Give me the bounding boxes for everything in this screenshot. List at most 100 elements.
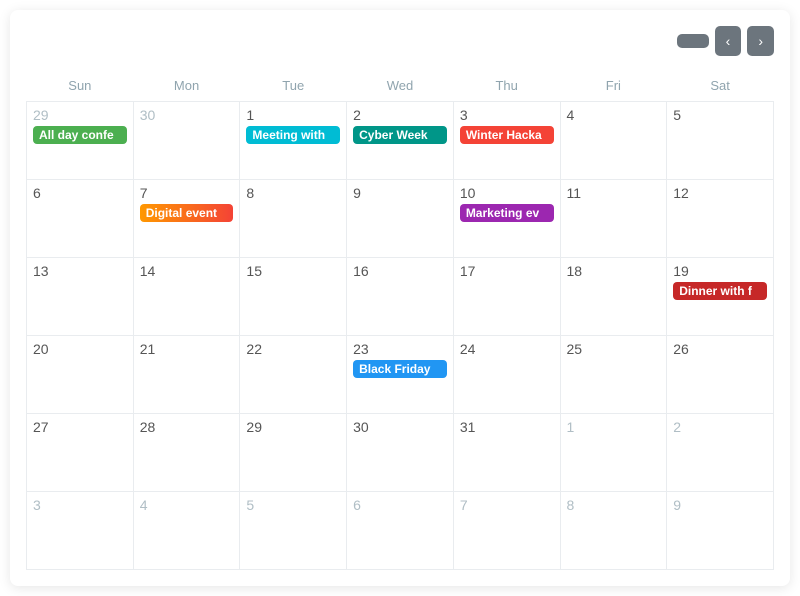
day-number: 28 bbox=[140, 419, 234, 435]
day-number: 9 bbox=[673, 497, 767, 513]
calendar-cell[interactable]: 15 bbox=[240, 258, 347, 336]
day-number: 1 bbox=[567, 419, 661, 435]
calendar-cell[interactable]: 20 bbox=[27, 336, 134, 414]
header-controls: ‹ › bbox=[677, 26, 774, 56]
calendar-cell[interactable]: 1 bbox=[560, 414, 667, 492]
calendar-cell[interactable]: 24 bbox=[453, 336, 560, 414]
day-number: 7 bbox=[140, 185, 234, 201]
calendar-cell[interactable]: 11 bbox=[560, 180, 667, 258]
calendar-cell[interactable]: 2 Cyber Week bbox=[347, 102, 454, 180]
calendar-event[interactable]: Cyber Week bbox=[353, 126, 447, 144]
calendar-cell[interactable]: 14 bbox=[133, 258, 240, 336]
calendar-cell[interactable]: 1 Meeting with bbox=[240, 102, 347, 180]
day-number: 5 bbox=[673, 107, 767, 123]
day-number: 15 bbox=[246, 263, 340, 279]
weekday-header: Wed bbox=[347, 72, 454, 102]
calendar-cell[interactable]: 9 bbox=[347, 180, 454, 258]
day-number: 4 bbox=[567, 107, 661, 123]
today-button[interactable] bbox=[677, 34, 709, 48]
calendar-cell[interactable]: 30 bbox=[347, 414, 454, 492]
calendar-weekdays: SunMonTueWedThuFriSat bbox=[27, 72, 774, 102]
weekday-header: Sat bbox=[667, 72, 774, 102]
day-number: 29 bbox=[33, 107, 127, 123]
day-number: 7 bbox=[460, 497, 554, 513]
day-number: 21 bbox=[140, 341, 234, 357]
calendar-event[interactable]: Meeting with bbox=[246, 126, 340, 144]
calendar-cell[interactable]: 27 bbox=[27, 414, 134, 492]
calendar-cell[interactable]: 12 bbox=[667, 180, 774, 258]
day-number: 12 bbox=[673, 185, 767, 201]
calendar-cell[interactable]: 31 bbox=[453, 414, 560, 492]
weekday-header: Sun bbox=[27, 72, 134, 102]
calendar-cell[interactable]: 4 bbox=[560, 102, 667, 180]
day-number: 9 bbox=[353, 185, 447, 201]
calendar-cell[interactable]: 7 bbox=[453, 492, 560, 570]
day-number: 11 bbox=[567, 185, 661, 201]
prev-button[interactable]: ‹ bbox=[715, 26, 742, 56]
calendar-event[interactable]: All day confe bbox=[33, 126, 127, 144]
day-number: 29 bbox=[246, 419, 340, 435]
calendar-cell[interactable]: 17 bbox=[453, 258, 560, 336]
calendar-cell[interactable]: 4 bbox=[133, 492, 240, 570]
calendar-cell[interactable]: 8 bbox=[240, 180, 347, 258]
calendar-cell[interactable]: 9 bbox=[667, 492, 774, 570]
day-number: 2 bbox=[673, 419, 767, 435]
calendar-cell[interactable]: 6 bbox=[347, 492, 454, 570]
day-number: 24 bbox=[460, 341, 554, 357]
day-number: 18 bbox=[567, 263, 661, 279]
day-number: 6 bbox=[353, 497, 447, 513]
calendar-event[interactable]: Marketing ev bbox=[460, 204, 554, 222]
day-number: 5 bbox=[246, 497, 340, 513]
calendar-cell[interactable]: 29 All day confe bbox=[27, 102, 134, 180]
weekday-header: Mon bbox=[133, 72, 240, 102]
calendar-cell[interactable]: 13 bbox=[27, 258, 134, 336]
day-number: 26 bbox=[673, 341, 767, 357]
calendar-grid: SunMonTueWedThuFriSat 29All day confe301… bbox=[26, 72, 774, 570]
calendar-event[interactable]: Dinner with f bbox=[673, 282, 767, 300]
day-number: 3 bbox=[33, 497, 127, 513]
calendar-cell[interactable]: 2 bbox=[667, 414, 774, 492]
calendar-cell[interactable]: 23 Black Friday bbox=[347, 336, 454, 414]
calendar-cell[interactable]: 5 bbox=[240, 492, 347, 570]
calendar-cell[interactable]: 21 bbox=[133, 336, 240, 414]
calendar-cell[interactable]: 28 bbox=[133, 414, 240, 492]
calendar-cell[interactable]: 10 Marketing ev bbox=[453, 180, 560, 258]
calendar-cell[interactable]: 8 bbox=[560, 492, 667, 570]
day-number: 2 bbox=[353, 107, 447, 123]
calendar-cell[interactable]: 29 bbox=[240, 414, 347, 492]
day-number: 30 bbox=[353, 419, 447, 435]
day-number: 8 bbox=[246, 185, 340, 201]
calendar-cell[interactable]: 6 bbox=[27, 180, 134, 258]
calendar-cell[interactable]: 18 bbox=[560, 258, 667, 336]
day-number: 17 bbox=[460, 263, 554, 279]
calendar-cell[interactable]: 7 Digital event bbox=[133, 180, 240, 258]
day-number: 6 bbox=[33, 185, 127, 201]
weekday-header: Tue bbox=[240, 72, 347, 102]
calendar-container: ‹ › SunMonTueWedThuFriSat 29All day conf… bbox=[10, 10, 790, 586]
day-number: 19 bbox=[673, 263, 767, 279]
calendar-cell[interactable]: 3 bbox=[27, 492, 134, 570]
day-number: 8 bbox=[567, 497, 661, 513]
calendar-cell[interactable]: 22 bbox=[240, 336, 347, 414]
calendar-cell[interactable]: 3Winter Hacka bbox=[453, 102, 560, 180]
weekday-header: Thu bbox=[453, 72, 560, 102]
calendar-event[interactable]: Digital event bbox=[140, 204, 234, 222]
next-button[interactable]: › bbox=[747, 26, 774, 56]
day-number: 10 bbox=[460, 185, 554, 201]
day-number: 16 bbox=[353, 263, 447, 279]
calendar-event[interactable]: Winter Hacka bbox=[460, 126, 554, 144]
calendar-cell[interactable]: 30 bbox=[133, 102, 240, 180]
day-number: 25 bbox=[567, 341, 661, 357]
day-number: 22 bbox=[246, 341, 340, 357]
day-number: 30 bbox=[140, 107, 234, 123]
day-number: 1 bbox=[246, 107, 340, 123]
day-number: 14 bbox=[140, 263, 234, 279]
day-number: 27 bbox=[33, 419, 127, 435]
calendar-cell[interactable]: 16 bbox=[347, 258, 454, 336]
calendar-cell[interactable]: 5 bbox=[667, 102, 774, 180]
calendar-cell[interactable]: 19 Dinner with f bbox=[667, 258, 774, 336]
calendar-cell[interactable]: 26 bbox=[667, 336, 774, 414]
calendar-cell[interactable]: 25 bbox=[560, 336, 667, 414]
calendar-event[interactable]: Black Friday bbox=[353, 360, 447, 378]
day-number: 23 bbox=[353, 341, 447, 357]
